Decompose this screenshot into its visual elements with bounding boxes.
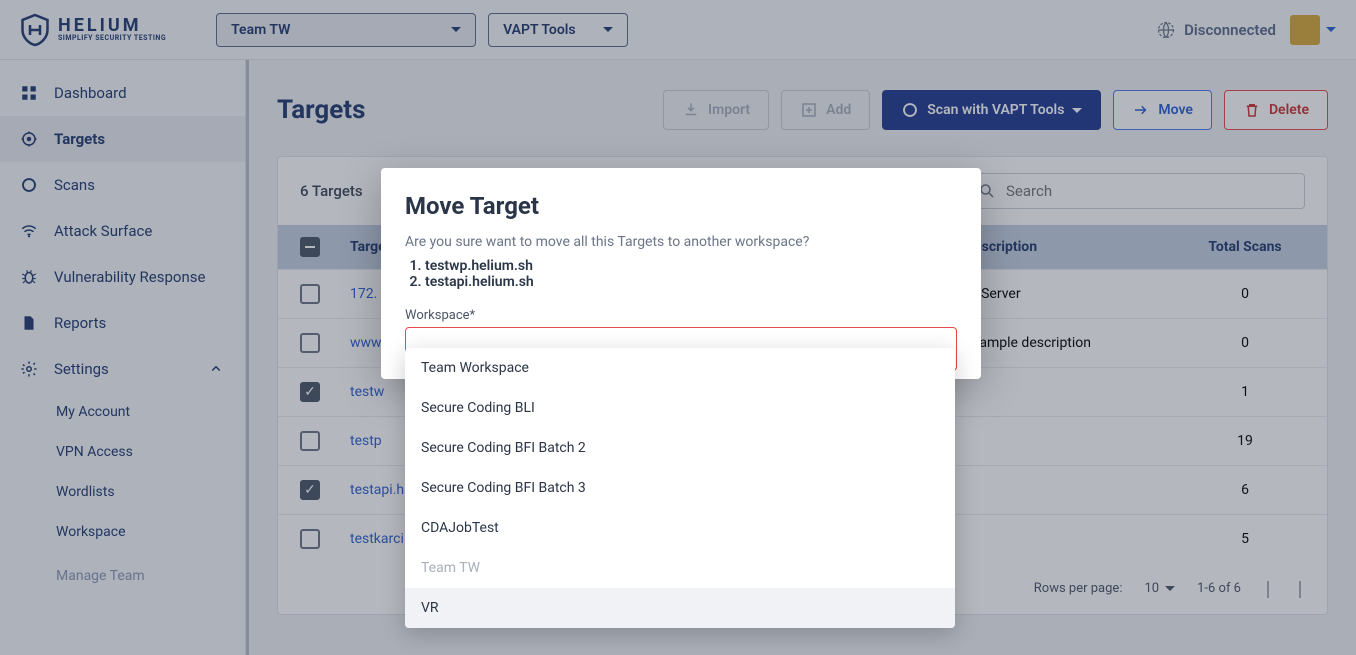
workspace-option: Team TW [405, 548, 955, 588]
workspace-option[interactable]: Secure Coding BLI [405, 388, 955, 428]
modal-confirm-text: Are you sure want to move all this Targe… [405, 234, 957, 250]
workspace-option[interactable]: Team Workspace [405, 348, 955, 388]
modal-target-item: testwp.helium.sh [425, 258, 957, 274]
modal-title: Move Target [405, 192, 957, 220]
modal-target-item: testapi.helium.sh [425, 274, 957, 290]
workspace-field-label: Workspace* [405, 308, 957, 323]
workspace-option[interactable]: Secure Coding BFI Batch 3 [405, 468, 955, 508]
workspace-option[interactable]: VR [405, 588, 955, 628]
workspace-dropdown: Team WorkspaceSecure Coding BLISecure Co… [405, 348, 955, 628]
modal-target-list: testwp.helium.shtestapi.helium.sh [405, 258, 957, 290]
workspace-option[interactable]: Secure Coding BFI Batch 2 [405, 428, 955, 468]
workspace-option[interactable]: CDAJobTest [405, 508, 955, 548]
